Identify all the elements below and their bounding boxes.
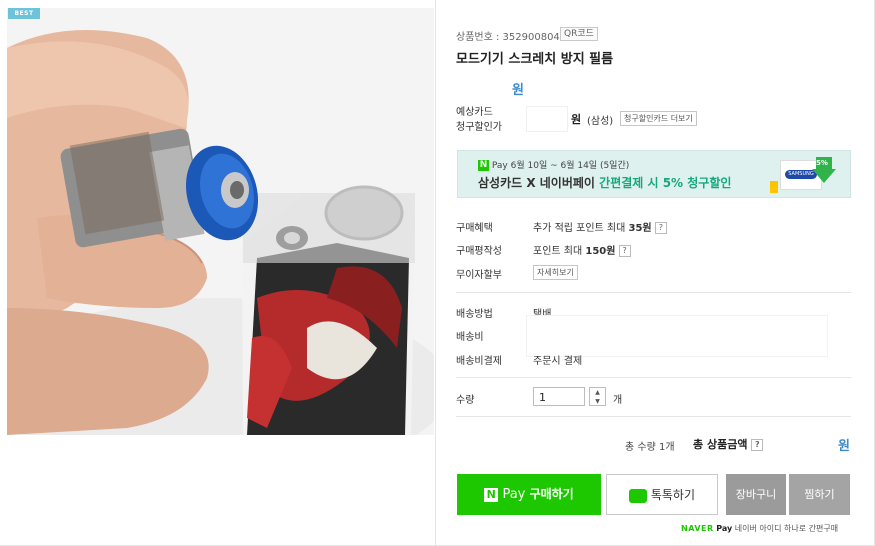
talktalk-button[interactable]: 톡톡하기	[606, 474, 718, 515]
npay-buy-label: 구매하기	[529, 487, 574, 501]
quantity-stepper[interactable]: ▲ ▼	[589, 387, 606, 406]
shipping-fee-label: 배송비	[456, 332, 484, 343]
cart-button[interactable]: 장바구니	[726, 474, 786, 515]
naver-pay-footer: NAVER Pay 네이버 아이디 하나로 간편구매	[681, 523, 838, 534]
talktalk-label: 톡톡하기	[650, 488, 695, 502]
installment-label: 무이자할부	[456, 270, 502, 281]
increment-icon[interactable]: ▲	[590, 388, 605, 397]
banner-yellow-bar	[770, 181, 778, 193]
card-price-redacted	[526, 106, 568, 132]
benefit-review-prefix: 포인트 최대	[533, 246, 586, 257]
quantity-input[interactable]: 1	[533, 387, 585, 406]
quantity-label: 수량	[456, 395, 475, 406]
total-amount-text: 상품금액	[706, 438, 748, 451]
benefit-value-review: 포인트 최대 150원 ?	[533, 242, 631, 257]
banner-headline: 삼성카드 X 네이버페이 간편결제 시 5% 청구할인	[478, 174, 731, 191]
card-discount-label: 예상카드 청구할인가	[456, 105, 502, 135]
qr-code-button[interactable]: QR코드	[560, 27, 598, 41]
card-price-unit: 원	[571, 113, 582, 126]
price-redacted	[456, 78, 506, 96]
card-discount-label-line2: 청구할인가	[456, 122, 502, 133]
product-number: 상품번호 : 352900804	[456, 32, 560, 43]
benefit-review-amount: 150원	[585, 246, 616, 257]
product-photo-illustration	[7, 8, 434, 435]
npay-logo-icon: N	[478, 160, 489, 171]
chat-bubble-icon	[629, 488, 647, 503]
npay-buy-pay-text: Pay	[502, 487, 526, 502]
quantity-unit: 개	[613, 395, 623, 406]
samsung-npay-banner[interactable]: N Pay 6월 10일 ~ 6월 14일 (5일간) 삼성카드 X 네이버페이…	[457, 150, 851, 198]
total-unit: 원	[838, 439, 850, 454]
shipping-method-label: 배송방법	[456, 309, 493, 320]
npay-logo-icon: N	[484, 487, 499, 502]
total-amount-label: 총 상품금액 ?	[693, 436, 764, 452]
benefit-label-review: 구매평작성	[456, 246, 502, 257]
price-unit: 원	[512, 83, 524, 98]
total-amount-redacted	[786, 434, 836, 452]
total-count: 총 수량 1개	[625, 442, 675, 453]
product-title: 모드기기 스크레치 방지 필름	[456, 52, 614, 67]
pay-brand: Pay	[716, 524, 733, 533]
shipping-fee-redacted	[526, 315, 828, 357]
benefit-label-purchase: 구매혜택	[456, 223, 493, 234]
naver-brand: NAVER	[681, 524, 714, 533]
wish-button[interactable]: 찜하기	[789, 474, 850, 515]
help-icon[interactable]: ?	[654, 222, 667, 234]
installment-detail-button[interactable]: 자세히보기	[533, 265, 578, 280]
banner-period-row: N Pay 6월 10일 ~ 6월 14일 (5일간)	[478, 158, 629, 171]
card-discount-label-line1: 예상카드	[456, 107, 493, 118]
banner-headline-part2: 간편결제 시 5% 청구할인	[599, 176, 732, 190]
npay-buy-button[interactable]: N Pay 구매하기	[457, 474, 601, 515]
shipping-pay-value: 주문시 결제	[533, 356, 583, 367]
discount-percent: 5%	[816, 159, 828, 167]
decrement-icon[interactable]: ▼	[590, 397, 605, 406]
help-icon[interactable]: ?	[618, 245, 631, 257]
benefit-value-purchase: 추가 적립 포인트 최대 35원 ?	[533, 219, 667, 234]
naver-pay-footer-text: 네이버 아이디 하나로 간편구매	[734, 524, 839, 533]
divider	[456, 377, 851, 378]
card-discount-more-button[interactable]: 청구할인카드 더보기	[620, 111, 697, 126]
banner-pay-text: Pay	[491, 161, 508, 171]
banner-period: 6월 10일 ~ 6월 14일 (5일간)	[510, 161, 630, 171]
total-amount-prefix: 총	[693, 438, 707, 451]
card-name: (삼성)	[587, 116, 614, 127]
best-badge: BEST	[8, 8, 40, 19]
divider	[456, 416, 851, 417]
vertical-divider	[435, 0, 436, 546]
banner-headline-part1: 삼성카드 X 네이버페이	[478, 176, 600, 190]
product-image[interactable]	[7, 8, 434, 435]
shipping-pay-label: 배송비결제	[456, 356, 502, 367]
divider	[456, 292, 851, 293]
help-icon[interactable]: ?	[751, 439, 764, 451]
benefit-purchase-amount: 35원	[628, 223, 652, 234]
benefit-purchase-prefix: 추가 적립 포인트 최대	[533, 223, 629, 234]
